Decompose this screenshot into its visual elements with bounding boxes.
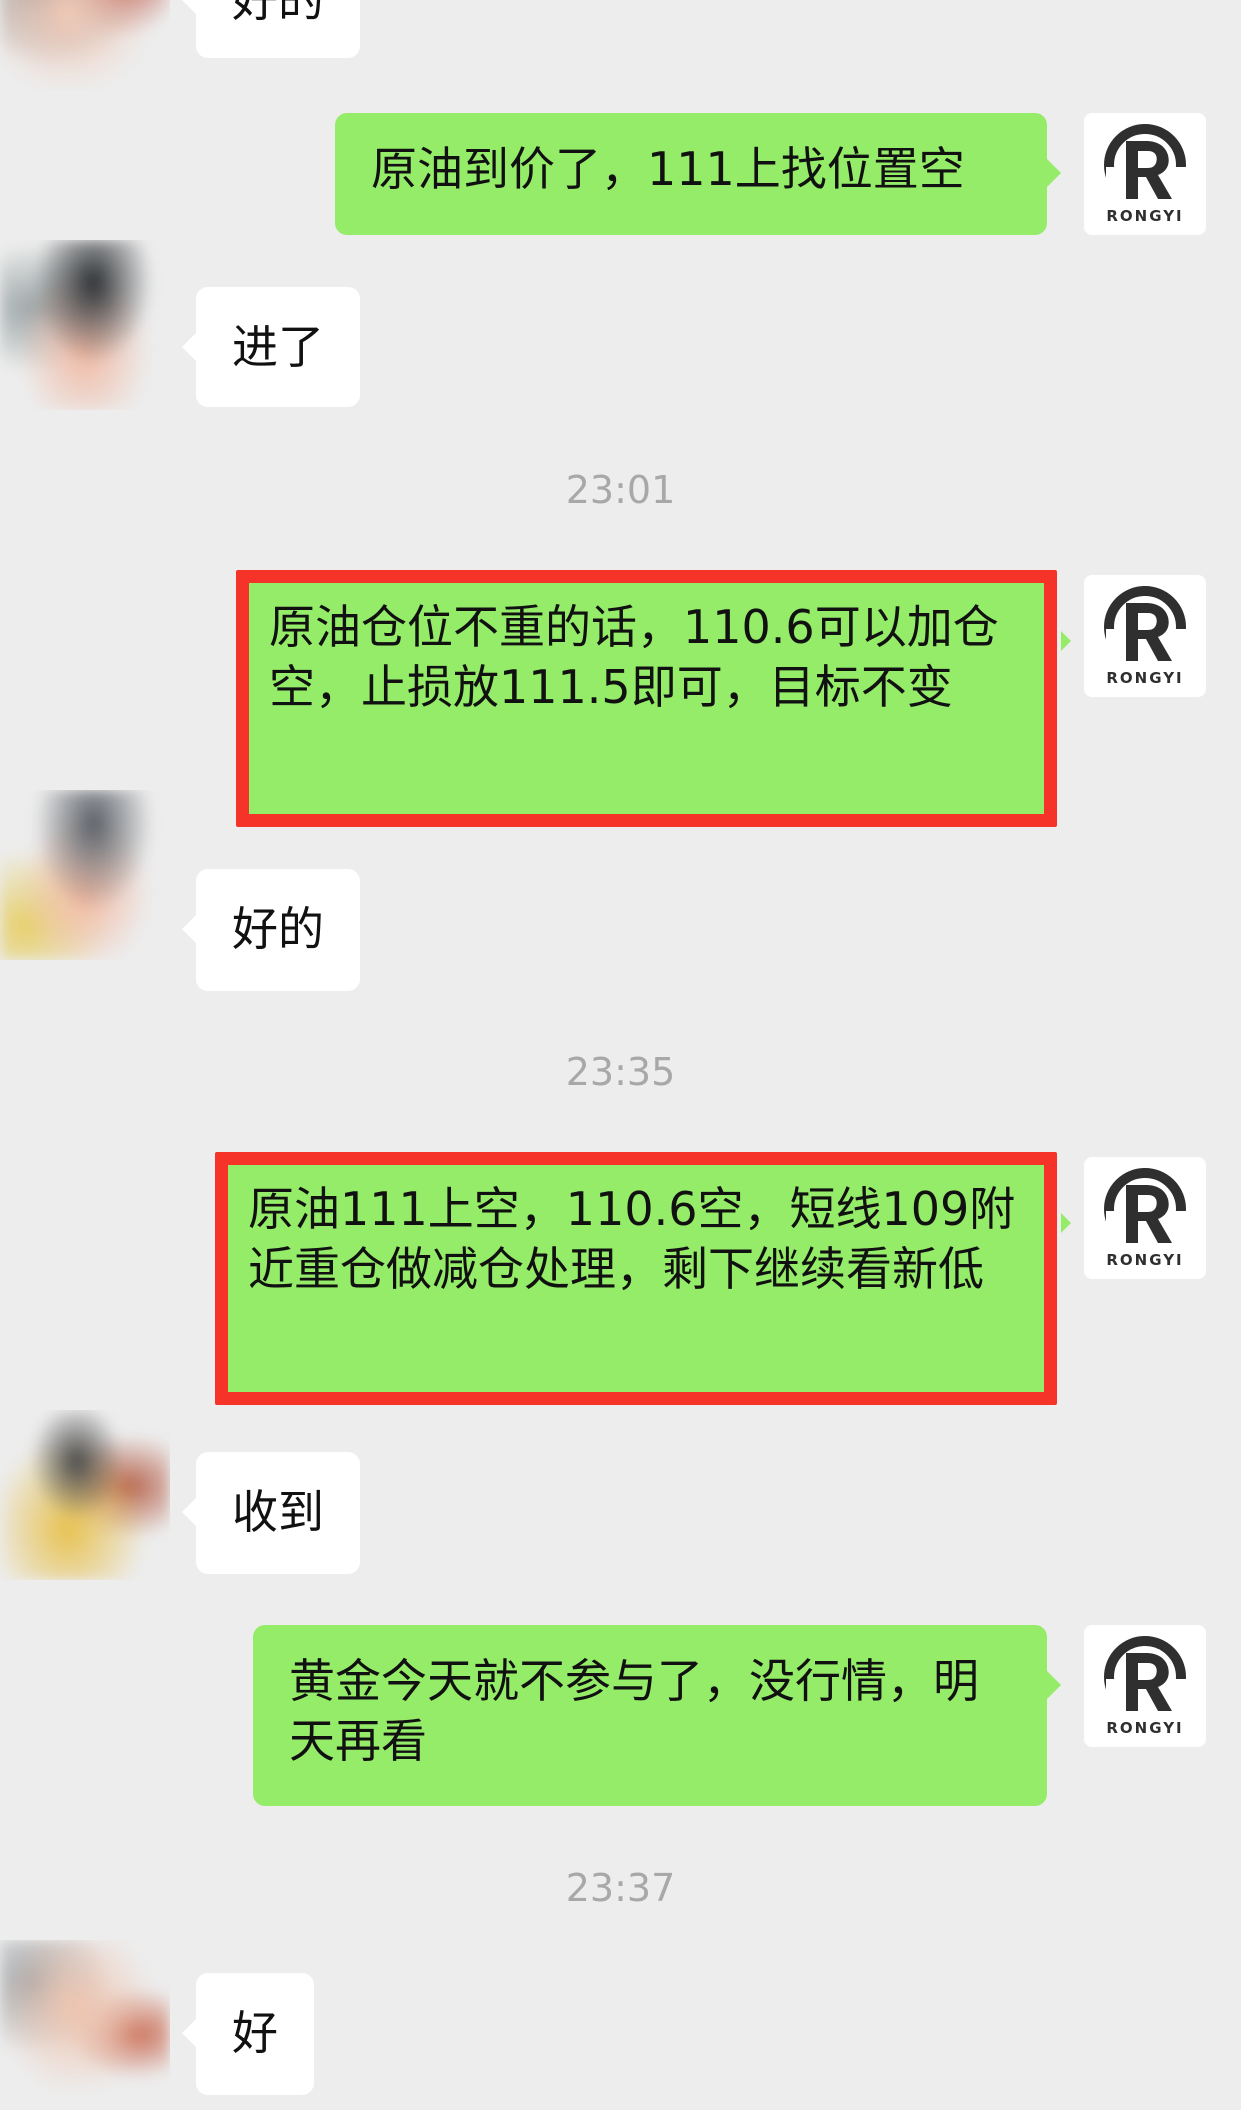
message-text: 黄金今天就不参与了，没行情，明天再看: [289, 1654, 979, 1768]
message-bubble-incoming[interactable]: 好: [182, 1973, 314, 2095]
message-text: 好: [232, 2006, 278, 2060]
message-bubble-outgoing-highlighted[interactable]: 原油仓位不重的话，110.6可以加仓空，止损放111.5即可，目标不变: [236, 570, 1071, 827]
message-timestamp: 23:35: [565, 1050, 676, 1094]
message-text: 原油仓位不重的话，110.6可以加仓空，止损放111.5即可，目标不变: [269, 600, 999, 714]
message-bubble-incoming[interactable]: 好的: [182, 869, 360, 991]
logo-text: RONGYI: [1106, 1251, 1184, 1269]
contact-avatar[interactable]: [0, 1410, 170, 1580]
company-logo-avatar[interactable]: RONGYI: [1084, 113, 1206, 235]
message-text: 原油111上空，110.6空，短线109附近重仓做减仓处理，剩下继续看新低: [248, 1182, 1016, 1296]
company-logo-avatar[interactable]: RONGYI: [1084, 1157, 1206, 1279]
contact-avatar[interactable]: [0, 790, 170, 960]
logo-text: RONGYI: [1106, 207, 1184, 225]
message-bubble-incoming[interactable]: 好的: [182, 0, 360, 58]
logo-text: RONGYI: [1106, 1719, 1184, 1737]
logo-text: RONGYI: [1106, 669, 1184, 687]
message-bubble-incoming[interactable]: 收到: [182, 1452, 360, 1574]
message-timestamp: 23:01: [565, 468, 676, 512]
message-bubble-incoming[interactable]: 进了: [182, 287, 360, 407]
company-logo-avatar[interactable]: RONGYI: [1084, 575, 1206, 697]
company-logo-avatar[interactable]: RONGYI: [1084, 1625, 1206, 1747]
message-text: 收到: [232, 1485, 324, 1539]
message-timestamp: 23:37: [565, 1866, 676, 1910]
message-text: 原油到价了，111上找位置空: [371, 142, 965, 196]
chat-conversation: 好的 原油到价了，111上找位置空 RONGYI 进了 23:01 原油仓位不重…: [0, 0, 1241, 2110]
message-text: 好的: [232, 902, 324, 956]
contact-avatar[interactable]: [0, 240, 170, 410]
message-text: 进了: [232, 320, 324, 374]
message-text: 好的: [232, 0, 324, 27]
message-bubble-outgoing[interactable]: 原油到价了，111上找位置空: [335, 113, 1061, 235]
message-bubble-outgoing-highlighted[interactable]: 原油111上空，110.6空，短线109附近重仓做减仓处理，剩下继续看新低: [215, 1152, 1071, 1405]
contact-avatar[interactable]: [0, 0, 170, 90]
message-bubble-outgoing[interactable]: 黄金今天就不参与了，没行情，明天再看: [253, 1625, 1061, 1806]
